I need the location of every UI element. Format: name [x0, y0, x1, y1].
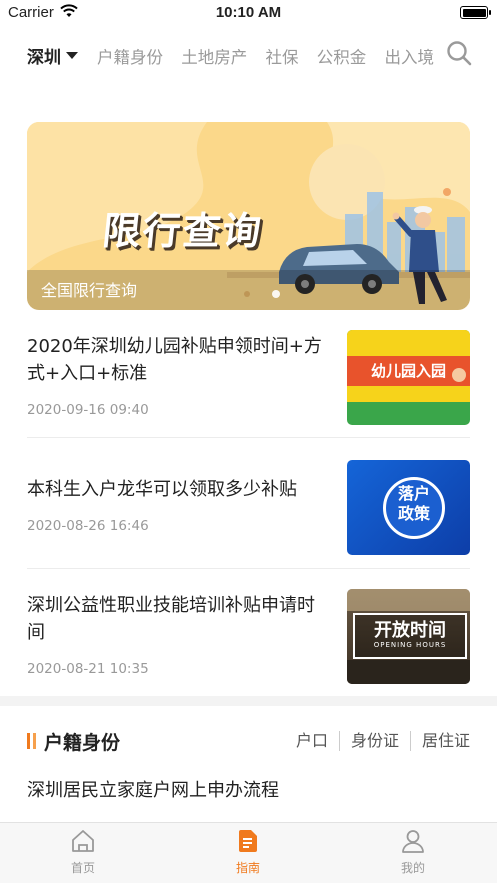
tab-bar: 首页 指南 我的: [0, 822, 497, 883]
news-date: 2020-08-21 10:35: [27, 661, 149, 677]
clock: 10:10 AM: [215, 4, 282, 21]
thumbnail-text: 幼儿园入园: [370, 362, 446, 380]
category-tab-land-housing[interactable]: 土地房产: [181, 48, 247, 67]
section-title: 户籍身份: [44, 732, 121, 754]
category-tabs: 户籍身份 土地房产 社保 公积金 出入境: [97, 44, 434, 68]
news-title: 深圳公益性职业技能培训补贴申请时间: [27, 595, 315, 643]
tab-home[interactable]: 首页: [43, 829, 123, 876]
user-icon: [402, 830, 424, 853]
category-tab-social-security[interactable]: 社保: [266, 48, 299, 67]
thumbnail-text-line1: 落户: [397, 484, 430, 503]
news-item[interactable]: 深圳公益性职业技能培训补贴申请时间 2020-08-21 10:35 开放时间 …: [27, 589, 470, 685]
section-separator: [0, 696, 497, 706]
category-tab-hukou[interactable]: 户籍身份: [97, 48, 163, 67]
status-bar: Carrier 10:10 AM: [0, 0, 497, 26]
tab-guide[interactable]: 指南: [208, 829, 288, 876]
section-links: 户口 身份证 居住证: [285, 731, 470, 751]
section-link-hukou[interactable]: 户口: [285, 731, 339, 751]
page-indicator-dot: [272, 290, 280, 298]
news-item[interactable]: 本科生入户龙华可以领取多少补贴 2020-08-26 16:46 落户 政策: [27, 460, 470, 556]
section-link-residence-permit[interactable]: 居住证: [409, 731, 470, 751]
section-marker: [27, 733, 30, 749]
tab-label: 指南: [235, 861, 260, 875]
thumbnail-text-line2: 政策: [397, 504, 430, 523]
tab-profile[interactable]: 我的: [373, 829, 453, 876]
banner-caption: 全国限行查询: [41, 281, 138, 300]
divider: [27, 568, 470, 569]
section-link-id-card[interactable]: 身份证: [338, 731, 410, 751]
divider: [27, 437, 470, 438]
section-header: 户籍身份 户口 身份证 居住证: [27, 724, 470, 758]
thumbnail-subtext: OPENING HOURS: [373, 641, 447, 649]
promo-banner[interactable]: 限行查询 全国限行查询: [27, 122, 470, 310]
news-title: 本科生入户龙华可以领取多少补贴: [27, 479, 297, 500]
thumbnail-text: 开放时间: [374, 620, 446, 641]
news-date: 2020-08-26 16:46: [27, 518, 149, 534]
news-thumbnail: 落户 政策: [347, 460, 470, 555]
top-nav: 深圳 户籍身份 土地房产 社保 公积金 出入境: [0, 36, 497, 74]
news-title: 2020年深圳幼儿园补贴申领时间+方式+入口+标准: [27, 336, 322, 384]
caret-down-icon: [66, 52, 78, 59]
search-icon[interactable]: [446, 40, 472, 66]
section-list-item[interactable]: 深圳居民立家庭户网上申办流程: [27, 776, 279, 802]
category-tab-housing-fund[interactable]: 公积金: [317, 48, 367, 67]
news-date: 2020-09-16 09:40: [27, 402, 149, 418]
battery-icon: [460, 6, 491, 19]
news-thumbnail: 开放时间 OPENING HOURS: [347, 589, 470, 684]
city-label: 深圳: [27, 48, 61, 68]
tab-label: 首页: [70, 861, 95, 875]
guide-icon: [239, 830, 257, 852]
news-item[interactable]: 2020年深圳幼儿园补贴申领时间+方式+入口+标准 2020-09-16 09:…: [27, 330, 470, 426]
news-thumbnail: 幼儿园入园: [347, 330, 470, 425]
tab-label: 我的: [400, 861, 425, 875]
section-marker: [33, 733, 36, 749]
city-selector[interactable]: 深圳: [27, 43, 78, 68]
banner-headline: 限行查询: [100, 209, 265, 253]
category-tab-exit-entry[interactable]: 出入境: [385, 48, 435, 67]
home-icon: [72, 830, 94, 852]
